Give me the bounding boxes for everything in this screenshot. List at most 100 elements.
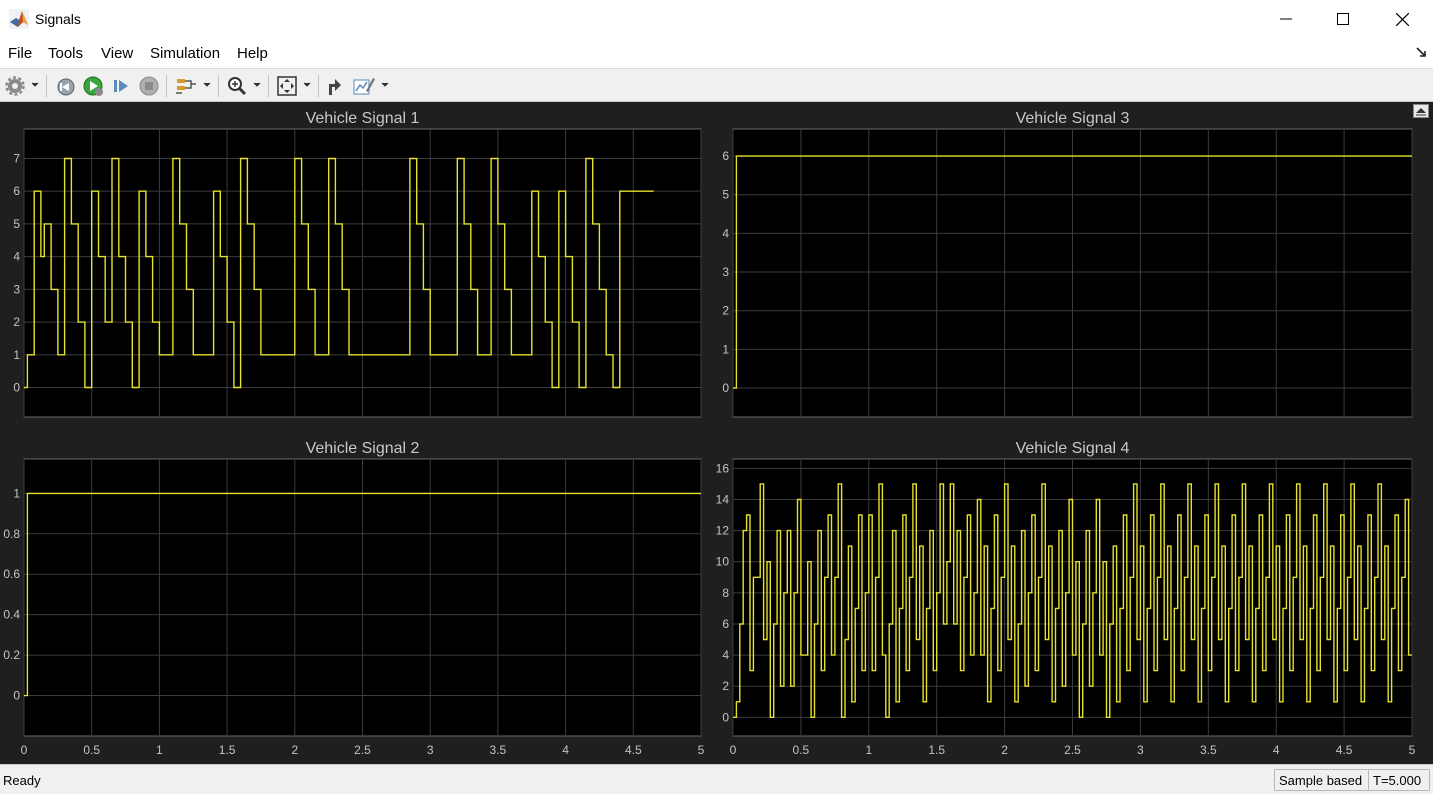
plot-title: Vehicle Signal 1 [306,110,420,127]
menu-tools[interactable]: Tools [48,45,83,62]
x-tick-label: 1.5 [928,743,945,757]
x-tick-label: 0.5 [793,743,810,757]
chevron-down-icon[interactable] [303,82,311,104]
chevron-down-icon[interactable] [31,82,39,104]
chevron-down-icon[interactable] [203,82,211,104]
plot-title: Vehicle Signal 2 [306,440,420,457]
matlab-logo-icon [9,9,29,29]
signal-select-icon [176,79,196,94]
x-tick-label: 2 [1001,743,1008,757]
simulation-time: T=5.000 [1368,769,1430,791]
step-forward-button[interactable] [110,75,132,97]
x-tick-label: 1.5 [219,743,236,757]
axes-3[interactable]: Vehicle Signal 3 0 1 2 3 4 5 6 [722,110,1413,418]
x-tick-label: 4 [562,743,569,757]
gear-icon [5,76,25,96]
window-title: Signals [35,11,81,27]
y-tick-label: 5 [722,188,729,202]
x-tick-label: 1 [156,743,163,757]
y-tick-label: 4 [13,250,20,264]
status-bar: Ready Sample based T=5.000 [0,764,1433,794]
close-button[interactable] [1373,0,1431,38]
x-tick-label: 3 [427,743,434,757]
y-tick-label: 1 [13,348,20,362]
x-tick-label: 3 [1137,743,1144,757]
menu-help[interactable]: Help [237,45,268,62]
stop-icon [139,76,159,96]
axes-4[interactable]: Vehicle Signal 4 0 0.5 1 1.5 2 2.5 3 3.5 4 4.5 5 0 2 4… [716,440,1416,757]
toolbar-separator [166,75,167,97]
style-icon [353,78,375,95]
y-tick-label: 6 [722,617,729,631]
y-tick-label: 1 [722,342,729,356]
signal-plots[interactable]: Vehicle Signal 101234567Vehicle Signal 2… [0,102,1433,764]
y-tick-label: 4 [722,648,729,662]
restore-button[interactable] [324,75,346,97]
y-tick-label: 16 [716,461,730,475]
y-tick-label: 0.2 [3,648,20,662]
y-tick-label: 3 [13,282,20,296]
undock-arrow-icon[interactable] [1416,47,1427,58]
stop-button[interactable] [138,75,160,97]
signal-select-button[interactable] [174,75,198,97]
maximize-button[interactable] [1314,0,1372,38]
axes-1[interactable]: Vehicle Signal 1 0 1 2 3 4 5 6 7 [13,110,702,418]
run-icon [83,76,103,96]
zoom-button[interactable] [226,75,248,97]
y-tick-label: 2 [722,679,729,693]
undock-axes-button[interactable] [1413,104,1429,118]
style-button[interactable] [352,75,376,97]
x-tick-label: 2.5 [354,743,371,757]
y-tick-label: 0 [13,381,20,395]
x-tick-label: 4 [1273,743,1280,757]
toolbar-separator [218,75,219,97]
restore-icon [329,79,341,95]
fit-to-view-icon [277,76,297,96]
y-tick-label: 4 [722,226,729,240]
zoom-icon [228,77,247,96]
y-tick-label: 0 [722,381,729,395]
y-tick-label: 1 [13,486,20,500]
step-forward-icon [114,80,128,92]
y-tick-label: 2 [722,304,729,318]
sample-mode-indicator: Sample based [1274,769,1369,791]
x-tick-label: 4.5 [625,743,642,757]
menu-file[interactable]: File [8,45,32,62]
fit-to-view-button[interactable] [276,75,298,97]
x-tick-label: 1 [865,743,872,757]
toolbar-separator [318,75,319,97]
y-tick-label: 0.4 [3,608,20,622]
minimize-icon [1280,18,1292,20]
x-tick-label: 0 [21,743,28,757]
maximize-icon [1337,13,1349,25]
y-tick-label: 10 [716,555,730,569]
settings-button[interactable] [5,75,25,97]
chevron-down-icon[interactable] [253,82,261,104]
toolbar [0,68,1433,102]
minimize-button[interactable] [1257,0,1315,38]
run-button[interactable] [82,75,104,97]
chevron-down-icon[interactable] [381,82,389,104]
y-tick-label: 12 [716,524,730,538]
x-tick-label: 0 [730,743,737,757]
y-tick-label: 8 [722,586,729,600]
y-tick-label: 0 [13,689,20,703]
y-tick-label: 3 [722,265,729,279]
menu-simulation[interactable]: Simulation [150,45,220,62]
step-back-button[interactable] [54,75,76,97]
x-tick-label: 2.5 [1064,743,1081,757]
toolbar-separator [268,75,269,97]
status-text: Ready [3,773,41,788]
y-tick-label: 0.8 [3,527,20,541]
y-tick-label: 2 [13,315,20,329]
close-icon [1395,12,1409,26]
y-tick-label: 5 [13,217,20,231]
y-tick-label: 7 [13,151,20,165]
menu-view[interactable]: View [101,45,133,62]
plot-title: Vehicle Signal 3 [1016,110,1130,127]
y-tick-label: 14 [716,492,730,506]
axes-2[interactable]: Vehicle Signal 2 0 0.5 1 1.5 2 2.5 3 3.5 4 4.5 5 0 0.… [3,440,704,757]
y-tick-label: 6 [13,184,20,198]
menu-bar: File Tools View Simulation Help [0,38,1433,68]
x-tick-label: 5 [698,743,705,757]
